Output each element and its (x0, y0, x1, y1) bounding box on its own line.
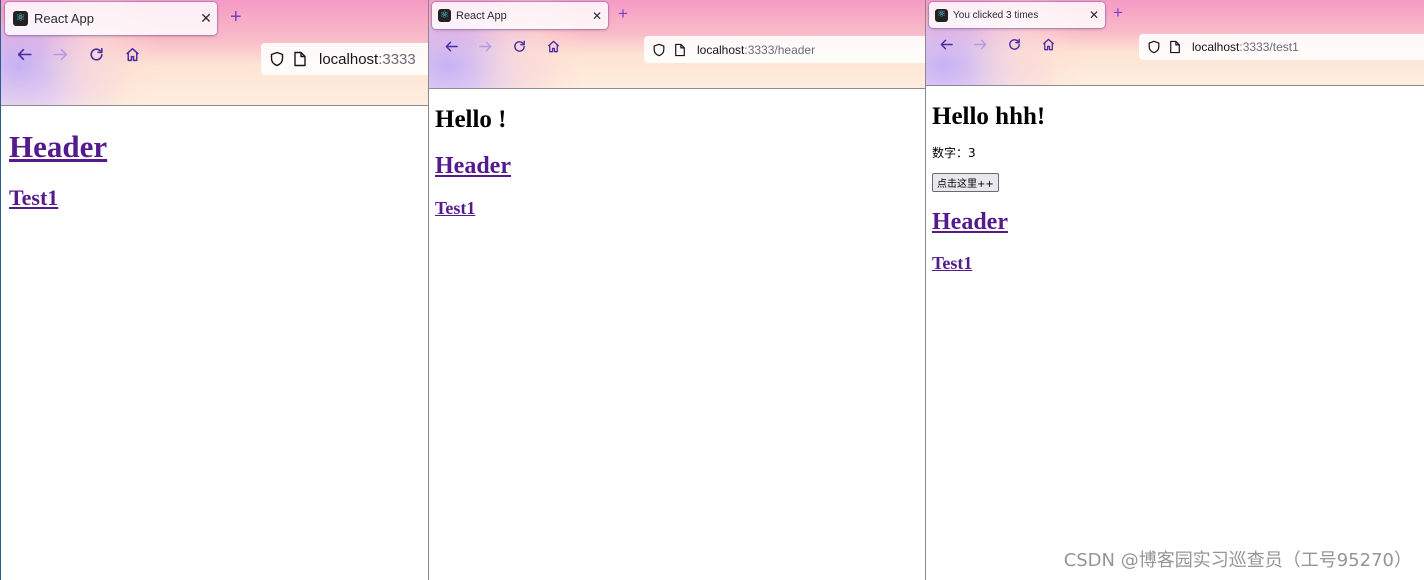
arrow-right-icon[interactable] (49, 46, 71, 63)
address-bar[interactable]: localhost:3333/header (644, 36, 925, 63)
test1-link[interactable]: Test1 (435, 198, 919, 219)
tab-clicked-count[interactable]: ⚛ You clicked 3 times ✕ (929, 2, 1105, 28)
test1-link[interactable]: Test1 (9, 185, 420, 211)
plus-icon[interactable]: + (1113, 4, 1123, 21)
browser-window-2: ⚛ React App ✕ + localhost:3333/header He… (428, 0, 925, 580)
browser-toolbar: ⚛ React App ✕ + (1, 0, 428, 106)
tab-react-app[interactable]: ⚛ React App ✕ (5, 2, 217, 35)
browser-toolbar: ⚛ You clicked 3 times ✕ + localhost:3333… (926, 0, 1424, 86)
nav-buttons (935, 37, 1059, 52)
url-text: localhost:3333/test1 (1192, 40, 1299, 54)
plus-icon[interactable]: + (618, 5, 628, 22)
nav-buttons (13, 46, 143, 63)
home-icon[interactable] (542, 39, 564, 54)
plus-icon[interactable]: + (230, 7, 242, 27)
page-icon (1169, 40, 1181, 54)
shield-icon[interactable] (269, 51, 285, 67)
browser-window-1: ⚛ React App ✕ + localhost:3333 Header Te… (0, 0, 428, 580)
address-bar[interactable]: localhost:3333 (261, 43, 428, 75)
greeting-heading: Hello hhh! (932, 103, 1046, 130)
arrow-right-icon[interactable] (969, 37, 991, 52)
shield-icon[interactable] (652, 43, 666, 57)
greeting-heading: Hello ! (435, 106, 507, 133)
arrow-left-icon[interactable] (935, 37, 957, 52)
page-icon (674, 43, 686, 57)
home-icon[interactable] (1037, 37, 1059, 52)
url-text: localhost:3333 (319, 50, 416, 68)
url-text: localhost:3333/header (697, 42, 816, 57)
react-favicon-icon: ⚛ (438, 9, 451, 22)
react-favicon-icon: ⚛ (13, 11, 28, 26)
increment-button[interactable]: 点击这里++ (932, 173, 999, 192)
react-favicon-icon: ⚛ (935, 8, 948, 22)
page-content: Hello ! Header Test1 (429, 90, 925, 580)
browser-toolbar: ⚛ React App ✕ + (429, 0, 925, 89)
reload-icon[interactable] (508, 39, 530, 54)
header-link[interactable]: Header (435, 153, 919, 180)
shield-icon[interactable] (1147, 40, 1161, 54)
tab-title: React App (34, 11, 94, 26)
nav-buttons (440, 39, 564, 54)
close-icon[interactable]: ✕ (586, 9, 608, 23)
close-icon[interactable]: ✕ (1083, 8, 1105, 22)
watermark: CSDN @博客园实习巡查员（工号95270） (1063, 550, 1412, 571)
header-link[interactable]: Header (9, 129, 420, 165)
reload-icon[interactable] (1003, 37, 1025, 52)
address-bar[interactable]: localhost:3333/test1 (1139, 34, 1424, 60)
counter-text: 数字：3 (932, 146, 976, 160)
arrow-left-icon[interactable] (440, 39, 462, 54)
arrow-right-icon[interactable] (474, 39, 496, 54)
test1-link[interactable]: Test1 (932, 253, 1418, 274)
page-content: Hello hhh! 数字：3 点击这里++ Header Test1 (926, 87, 1424, 580)
close-icon[interactable]: ✕ (195, 10, 217, 27)
tab-react-app[interactable]: ⚛ React App ✕ (432, 2, 608, 29)
reload-icon[interactable] (85, 46, 107, 63)
page-icon (293, 51, 307, 67)
browser-window-3: ⚛ You clicked 3 times ✕ + localhost:3333… (925, 0, 1424, 580)
header-link[interactable]: Header (932, 209, 1418, 236)
page-content: Header Test1 (1, 107, 428, 580)
arrow-left-icon[interactable] (13, 46, 35, 63)
tab-title: You clicked 3 times (953, 9, 1039, 21)
home-icon[interactable] (121, 46, 143, 63)
tab-title: React App (456, 9, 507, 22)
